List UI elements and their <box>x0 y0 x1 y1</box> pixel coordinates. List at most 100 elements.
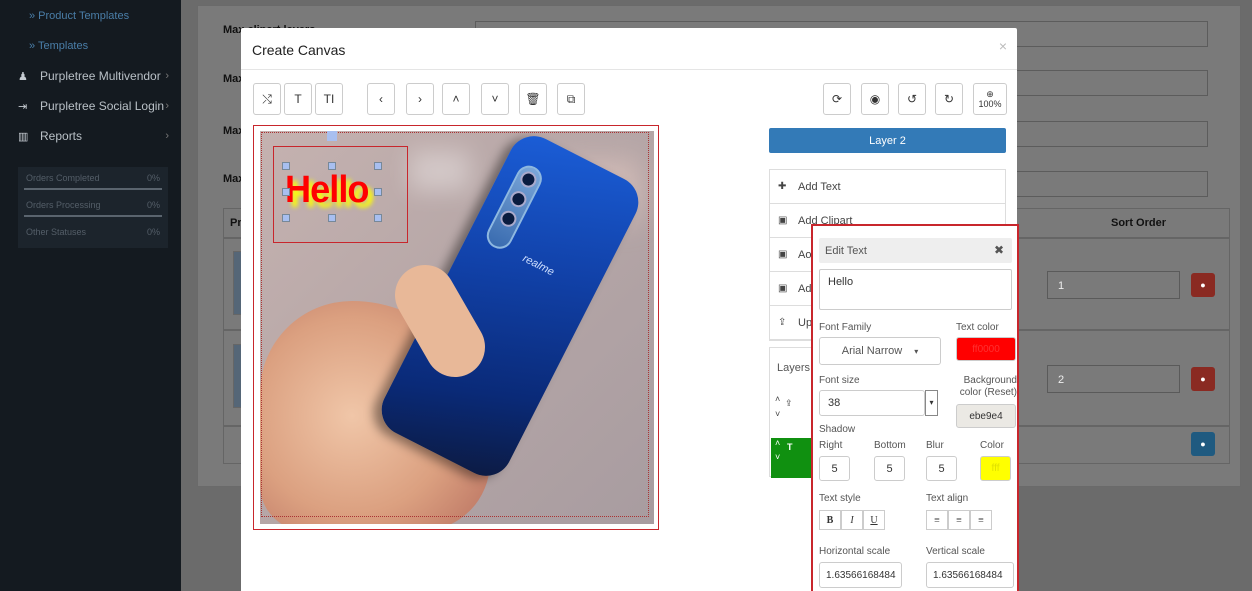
resize-handle[interactable] <box>282 162 290 170</box>
redo-button[interactable]: ↻ <box>935 83 963 115</box>
align-center-button[interactable]: ≡ <box>948 510 970 530</box>
edit-text-header: Edit Text ✖ <box>819 238 1012 263</box>
text-color-label: Text color <box>956 322 999 333</box>
stat-pct: 0% <box>146 200 160 210</box>
shadow-right-label: Right <box>819 440 843 451</box>
sidebar-subitem-templates[interactable]: » Templates <box>29 40 88 52</box>
progress-bar <box>24 215 162 217</box>
sidebar-item-purpletree-multivendor[interactable]: ♟ Purpletree Multivendor › <box>0 61 181 91</box>
sidebar-item-purpletree-social-login[interactable]: ⇥ Purpletree Social Login › <box>0 91 181 121</box>
canvas-text-layer[interactable]: Hello <box>285 169 369 212</box>
add-text-item[interactable]: ✚ Add Text <box>770 170 1005 204</box>
close-icon[interactable]: × <box>999 38 1007 54</box>
text-align-label: Text align <box>926 493 969 504</box>
shadow-blur-label: Blur <box>926 440 944 451</box>
list-item-label: Add Text <box>798 180 841 193</box>
text-color-swatch[interactable]: ff0000 <box>956 337 1016 361</box>
sidebar-item-reports[interactable]: ▥ Reports › <box>0 121 181 151</box>
resize-handle[interactable] <box>328 162 336 170</box>
zoom-button[interactable]: ⊕ 100% <box>973 83 1007 115</box>
italic-button[interactable]: I <box>841 510 863 530</box>
move-left-button[interactable]: ‹ <box>367 83 395 115</box>
stat-orders-completed: Orders Completed 0% <box>18 167 168 194</box>
resize-handle[interactable] <box>282 214 290 222</box>
layers-label: Layers <box>777 362 811 374</box>
sidebar-item-label: Purpletree Multivendor <box>40 69 161 83</box>
vertical-scale-label: Vertical scale <box>926 546 985 557</box>
add-button[interactable]: ● <box>1191 432 1215 456</box>
shadow-bottom-input[interactable]: 5 <box>874 456 905 481</box>
panel-title: Edit Text <box>825 245 867 257</box>
horizontal-scale-input[interactable]: 1.63566168484 <box>819 562 902 588</box>
chevron-right-icon: › <box>418 92 422 106</box>
duplicate-button[interactable]: ⧉ <box>557 83 585 115</box>
close-icon[interactable]: ✖ <box>994 243 1004 257</box>
font-family-select[interactable]: Arial Narrow ▾ <box>819 337 941 365</box>
list-item-label: Ao <box>798 248 812 261</box>
bold-button[interactable]: B <box>819 510 841 530</box>
undo-button[interactable]: ↺ <box>898 83 926 115</box>
move-up-button[interactable]: ˄ <box>442 83 470 115</box>
align-left-button[interactable]: ≡ <box>926 510 948 530</box>
shadow-color-label: Color <box>980 440 1004 451</box>
preview-button[interactable]: ◉ <box>861 83 889 115</box>
resize-handle[interactable] <box>374 188 382 196</box>
remove-button[interactable]: ● <box>1191 367 1215 391</box>
stat-label: Orders Processing <box>26 200 101 210</box>
stat-pct: 0% <box>146 173 160 183</box>
background-color-swatch[interactable]: ebe9e4 <box>956 404 1016 428</box>
remove-button[interactable]: ● <box>1191 273 1215 297</box>
add-text-button[interactable]: T <box>284 83 312 115</box>
design-canvas[interactable]: realme Hello <box>253 125 659 530</box>
divider <box>241 69 1017 70</box>
users-icon: ♟ <box>18 70 28 83</box>
text-content-input[interactable]: Hello <box>819 269 1012 310</box>
text-style-group: B I U <box>819 510 885 530</box>
image-icon: ▣ <box>778 215 788 226</box>
resize-handle[interactable] <box>328 214 336 222</box>
shadow-right-input[interactable]: 5 <box>819 456 850 481</box>
eye-icon: ◉ <box>869 92 881 106</box>
sidebar-item-label: Purpletree Social Login <box>40 99 165 113</box>
chevron-right-icon: › <box>165 70 169 82</box>
resize-handle[interactable] <box>374 162 382 170</box>
resize-handle[interactable] <box>282 188 290 196</box>
stat-other-statuses: Other Statuses 0% <box>18 221 168 248</box>
move-right-button[interactable]: › <box>406 83 434 115</box>
trash-icon: 🗑 <box>525 92 541 106</box>
horizontal-scale-label: Horizontal scale <box>819 546 891 557</box>
image-icon: ▣ <box>778 249 788 260</box>
underline-button[interactable]: U <box>863 510 885 530</box>
font-size-label: Font size <box>819 375 860 386</box>
sidebar-subitem-product-templates[interactable]: » Product Templates <box>29 10 129 22</box>
resize-handle[interactable] <box>374 214 382 222</box>
align-right-button[interactable]: ≡ <box>970 510 992 530</box>
delete-button[interactable]: 🗑 <box>519 83 547 115</box>
bar-chart-icon: ▥ <box>18 130 29 143</box>
chevron-right-icon: › <box>165 130 169 142</box>
undo-icon: ↺ <box>906 92 918 106</box>
reset-button[interactable]: ⟳ <box>823 83 851 115</box>
plus-circle-icon: ✚ <box>778 181 787 192</box>
login-icon: ⇥ <box>18 100 28 113</box>
copy-icon: ⧉ <box>566 91 576 106</box>
shadow-color-swatch[interactable]: fff <box>980 456 1011 481</box>
zoom-level: 100% <box>978 99 1002 109</box>
shadow-blur-input[interactable]: 5 <box>926 456 957 481</box>
font-size-input[interactable]: 38 <box>819 390 925 416</box>
move-down-button[interactable]: ˅ <box>481 83 509 115</box>
vertical-scale-input[interactable]: 1.63566168484 <box>926 562 1014 588</box>
layer-button[interactable]: Layer 2 <box>769 128 1006 153</box>
font-family-label: Font Family <box>819 322 872 333</box>
text-icon: T <box>294 92 302 106</box>
shadow-bottom-label: Bottom <box>874 440 906 451</box>
stat-label: Orders Completed <box>26 173 100 183</box>
shuffle-button[interactable]: ⤭ <box>253 83 281 115</box>
rotate-handle[interactable] <box>327 131 337 141</box>
font-size-dropdown-icon[interactable]: ▾ <box>925 390 938 416</box>
sort-order-input[interactable]: 1 <box>1047 271 1180 299</box>
text-size-button[interactable]: TI <box>315 83 343 115</box>
edit-text-panel: Edit Text ✖ Hello Font Family Text color… <box>811 224 1019 591</box>
stat-label: Other Statuses <box>26 227 87 237</box>
sort-order-input[interactable]: 2 <box>1047 365 1180 393</box>
